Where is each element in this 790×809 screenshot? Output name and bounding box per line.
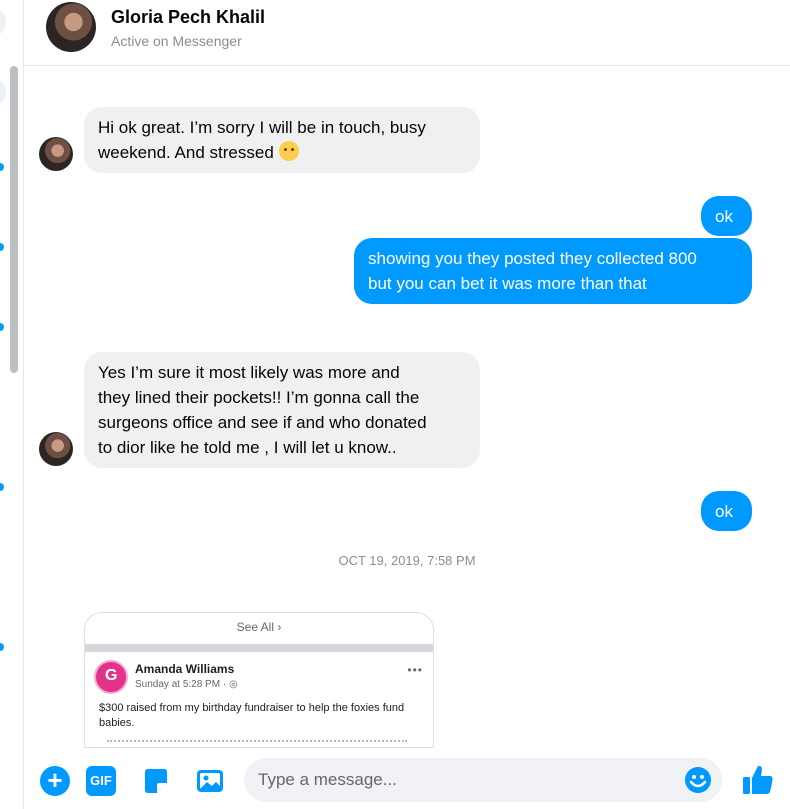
post-time-text: Sunday at 5:28 PM ·	[135, 679, 227, 690]
unread-dot	[0, 243, 4, 251]
conversation-avatar-edge[interactable]	[0, 80, 6, 104]
see-all-label: See All	[236, 620, 274, 634]
contact-name[interactable]: Gloria Pech Khalil	[111, 7, 265, 28]
post-time: Sunday at 5:28 PM · ◎	[135, 679, 238, 690]
more-options-icon: •••	[407, 663, 423, 677]
thumbs-up-icon[interactable]	[740, 762, 776, 798]
message-avatar[interactable]	[39, 137, 73, 171]
plus-icon[interactable]: +	[40, 766, 70, 796]
unread-dot	[0, 323, 4, 331]
incoming-message[interactable]: Hi ok great. I’m sorry I will be in touc…	[84, 107, 480, 173]
conversation-avatar-edge[interactable]	[0, 10, 6, 34]
post-author-avatar: G	[94, 660, 128, 694]
message-line: to dior like he told me , I will let u k…	[98, 438, 397, 457]
message-input-container	[244, 758, 722, 802]
incoming-message[interactable]: Yes I’m sure it most likely was more and…	[84, 352, 480, 468]
cropped-content	[107, 740, 407, 747]
outgoing-message[interactable]: ok	[701, 491, 752, 531]
chevron-right-icon: ›	[277, 620, 282, 634]
unread-dot	[0, 643, 4, 651]
shared-image-message[interactable]: See All › G Amanda Williams Sunday at 5:…	[84, 612, 434, 748]
message-line-with-emoji: weekend. And stressed	[98, 140, 466, 165]
crying-face-icon	[278, 141, 299, 161]
gif-button[interactable]: GIF	[86, 766, 116, 796]
contact-avatar[interactable]	[46, 2, 96, 52]
divider-band	[85, 644, 433, 652]
unread-dot	[0, 483, 4, 491]
outgoing-message[interactable]: showing you they posted they collected 8…	[354, 238, 752, 304]
emoji-icon[interactable]	[684, 766, 712, 794]
message-line: they lined their pockets!! I’m gonna cal…	[98, 388, 420, 407]
outgoing-message[interactable]: ok	[701, 196, 752, 236]
conversation-header: Gloria Pech Khalil Active on Messenger	[24, 0, 790, 66]
conversation-list-edge	[0, 0, 24, 809]
message-timestamp: OCT 19, 2019, 7:58 PM	[338, 553, 476, 568]
message-input[interactable]	[258, 758, 678, 802]
contact-status: Active on Messenger	[111, 33, 242, 49]
post-text: $300 raised from my birthday fundraiser …	[99, 702, 405, 729]
globe-icon: ◎	[228, 679, 238, 690]
message-composer: + GIF	[24, 748, 790, 809]
message-line: weekend. And stressed	[98, 143, 274, 162]
message-line: showing you they posted they collected 8…	[368, 249, 697, 268]
sticker-icon[interactable]	[141, 766, 171, 796]
message-line: ok	[715, 207, 733, 226]
message-line: Hi ok great. I’m sorry I will be in touc…	[98, 118, 426, 137]
message-avatar[interactable]	[39, 432, 73, 466]
post-author-name: Amanda Williams	[135, 662, 235, 676]
message-line: surgeons office and see if and who donat…	[98, 413, 427, 432]
unread-dot	[0, 163, 4, 171]
see-all-link: See All ›	[85, 620, 433, 634]
message-line: but you can bet it was more than that	[368, 274, 647, 293]
message-line: ok	[715, 502, 733, 521]
message-line: Yes I’m sure it most likely was more and	[98, 363, 400, 382]
letter-g-icon: G	[105, 667, 118, 684]
scrollbar[interactable]	[10, 66, 18, 373]
photo-icon[interactable]	[195, 766, 225, 796]
